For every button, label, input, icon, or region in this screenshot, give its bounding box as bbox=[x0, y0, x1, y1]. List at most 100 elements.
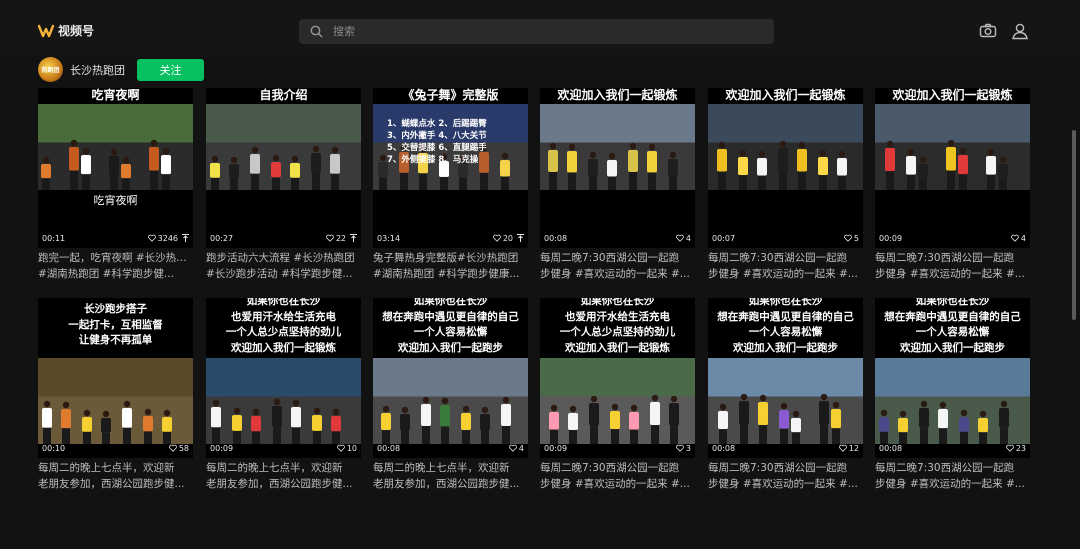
caption-line: 每周二晚7:30西湖公园一起跑 bbox=[875, 462, 1015, 474]
video-caption[interactable]: 每周二晚7:30西湖公园一起跑 步健身 #喜欢运动的一起来 #... bbox=[540, 461, 695, 492]
heart-icon bbox=[838, 444, 847, 452]
video-meta-bar: 00:11 3246 bbox=[38, 228, 193, 248]
warmup-list-item: 7、外侧提膝 8、马克操 bbox=[387, 155, 479, 165]
video-meta-bar: 00:09 4 bbox=[875, 228, 1030, 248]
like-count-value: 20 bbox=[502, 233, 513, 243]
video-card[interactable]: 如果你也在长沙 想在奔跑中遇见更自律的自己 一个人容易松懈 欢迎加入我们一起跑步 00:… bbox=[373, 298, 528, 492]
heart-icon bbox=[676, 234, 684, 242]
search-bar[interactable] bbox=[299, 19, 774, 44]
video-overlay-title: 想在奔跑中遇见更自律的自己 bbox=[382, 310, 519, 323]
thumbnail-scene bbox=[38, 358, 193, 444]
app-logo[interactable]: 视频号 bbox=[38, 22, 94, 39]
video-thumbnail[interactable]: 自我介绍 00:27 22 bbox=[206, 88, 361, 248]
video-thumbnail[interactable]: 如果你也在长沙 想在奔跑中遇见更自律的自己 一个人容易松懈 欢迎加入我们一起跑步 00:… bbox=[373, 298, 528, 458]
thumbnail-scene bbox=[206, 358, 361, 444]
video-duration: 03:14 bbox=[377, 233, 401, 243]
video-duration: 00:08 bbox=[879, 443, 903, 453]
video-thumbnail[interactable]: 长沙跑步搭子 一起打卡，互相监督 让健身不再孤单 00:10 58 bbox=[38, 298, 193, 458]
video-meta-bar: 00:10 58 bbox=[38, 438, 193, 458]
caption-line: 每周二晚7:30西湖公园一起跑 bbox=[708, 252, 848, 264]
video-caption[interactable]: 每周二晚7:30西湖公园一起跑 步健身 #喜欢运动的一起来 #... bbox=[875, 251, 1030, 282]
user-icon[interactable] bbox=[1011, 22, 1029, 40]
caption-line: 每周二晚7:30西湖公园一起跑 bbox=[540, 252, 680, 264]
video-card[interactable]: 欢迎加入我们一起锻炼 00:09 4 每周二晚7:30西湖公园一起跑 步健身 #喜欢运动… bbox=[875, 88, 1030, 282]
video-meta-bar: 00:08 4 bbox=[373, 438, 528, 458]
camera-icon[interactable] bbox=[979, 22, 997, 40]
video-caption[interactable]: 每周二晚7:30西湖公园一起跑 步健身 #喜欢运动的一起来 #... bbox=[875, 461, 1030, 492]
like-count: 5 bbox=[844, 234, 859, 243]
video-card[interactable]: 长沙跑步搭子 一起打卡，互相监督 让健身不再孤单 00:10 58 每周二的晚上七点半，欢… bbox=[38, 298, 193, 492]
video-overlay-title: 欢迎加入我们一起跑步 bbox=[733, 341, 838, 354]
account-name[interactable]: 长沙热跑团 bbox=[70, 62, 125, 78]
video-thumbnail[interactable]: 欢迎加入我们一起锻炼 00:09 4 bbox=[875, 88, 1030, 248]
video-thumbnail[interactable]: 如果你也在长沙 想在奔跑中遇见更自律的自己 一个人容易松懈 欢迎加入我们一起跑步 00:… bbox=[875, 298, 1030, 458]
sort-icon bbox=[350, 234, 357, 242]
caption-line: #湖南热跑团 #科学跑步健... bbox=[38, 267, 174, 280]
heart-icon bbox=[509, 444, 517, 452]
video-thumbnail[interactable]: 欢迎加入我们一起锻炼 00:07 5 bbox=[708, 88, 863, 248]
video-meta-bar: 03:14 20 bbox=[373, 228, 528, 248]
video-overlay-title: 欢迎加入我们一起锻炼 bbox=[565, 341, 670, 354]
search-input[interactable] bbox=[331, 24, 755, 39]
video-card[interactable]: 吃宵夜啊 吃宵夜啊 00:11 3246 跑完一起，吃宵夜啊 #长沙热跑团 #湖南热跑团 … bbox=[38, 88, 193, 282]
video-overlay-title: 长沙跑步搭子 bbox=[84, 303, 147, 315]
video-thumbnail[interactable]: 《兔子舞》完整版 1、蝴蝶点水 2、后踢踢臀 3、内外撇手 4、八大关节 5、交替提膝… bbox=[373, 88, 528, 248]
video-caption[interactable]: 每周二晚7:30西湖公园一起跑 步健身 #喜欢运动的一起来 #... bbox=[708, 251, 863, 282]
video-overlay-title: 一个人容易松懈 bbox=[915, 326, 990, 338]
heart-icon bbox=[147, 234, 156, 242]
video-thumbnail[interactable]: 吃宵夜啊 吃宵夜啊 00:11 3246 bbox=[38, 88, 193, 248]
caption-line: 步健身 #喜欢运动的一起来 #... bbox=[540, 477, 690, 490]
top-bar: 视频号 bbox=[0, 0, 1080, 56]
thumbnail-scene bbox=[38, 104, 193, 190]
video-card[interactable]: 欢迎加入我们一起锻炼 00:07 5 每周二晚7:30西湖公园一起跑 步健身 #喜欢运动… bbox=[708, 88, 863, 282]
caption-line: 老朋友参加，西湖公园跑步健... bbox=[373, 477, 520, 490]
video-overlay-title: 欢迎加入我们一起锻炼 bbox=[557, 88, 678, 102]
video-overlay-title: 如果你也在长沙 bbox=[413, 298, 488, 307]
video-overlay-title: 如果你也在长沙 bbox=[748, 298, 823, 307]
warmup-list-item: 3、内外撇手 4、八大关节 bbox=[387, 131, 487, 141]
video-thumbnail[interactable]: 如果你也在长沙 想在奔跑中遇见更自律的自己 一个人容易松懈 欢迎加入我们一起跑步 00:… bbox=[708, 298, 863, 458]
video-caption[interactable]: 跑完一起，吃宵夜啊 #长沙热跑团 #湖南热跑团 #科学跑步健... bbox=[38, 251, 193, 282]
video-card[interactable]: 如果你也在长沙 想在奔跑中遇见更自律的自己 一个人容易松懈 欢迎加入我们一起跑步 00:… bbox=[708, 298, 863, 492]
video-duration: 00:09 bbox=[544, 443, 568, 453]
video-card[interactable]: 如果你也在长沙 想在奔跑中遇见更自律的自己 一个人容易松懈 欢迎加入我们一起跑步 00:… bbox=[875, 298, 1030, 492]
video-caption[interactable]: 每周二晚7:30西湖公园一起跑 步健身 #喜欢运动的一起来 #... bbox=[708, 461, 863, 492]
like-count-value: 3 bbox=[685, 443, 691, 453]
video-card[interactable]: 如果你也在长沙 也爱用汗水给生活充电 一个人总少点坚持的劲儿 欢迎加入我们一起锻炼 00… bbox=[540, 298, 695, 492]
video-card[interactable]: 欢迎加入我们一起锻炼 00:08 4 每周二晚7:30西湖公园一起跑 步健身 #喜欢运动… bbox=[540, 88, 695, 282]
caption-line: 步健身 #喜欢运动的一起来 #... bbox=[875, 267, 1025, 280]
runners-illustration bbox=[41, 140, 171, 190]
video-thumbnail[interactable]: 欢迎加入我们一起锻炼 00:08 4 bbox=[540, 88, 695, 248]
caption-line: 步健身 #喜欢运动的一起来 #... bbox=[708, 267, 858, 280]
like-count-value: 4 bbox=[685, 233, 691, 243]
video-duration: 00:27 bbox=[210, 233, 234, 243]
video-thumbnail[interactable]: 如果你也在长沙 也爱用汗水给生活充电 一个人总少点坚持的劲儿 欢迎加入我们一起锻炼 00… bbox=[540, 298, 695, 458]
video-meta-bar: 00:08 12 bbox=[708, 438, 863, 458]
like-count-value: 58 bbox=[178, 443, 189, 453]
video-card[interactable]: 《兔子舞》完整版 1、蝴蝶点水 2、后踢踢臀 3、内外撇手 4、八大关节 5、交替提膝… bbox=[373, 88, 528, 282]
video-thumbnail[interactable]: 如果你也在长沙 也爱用汗水给生活充电 一个人总少点坚持的劲儿 欢迎加入我们一起锻炼 00… bbox=[206, 298, 361, 458]
avatar[interactable]: 热跑团 bbox=[38, 57, 63, 82]
video-caption[interactable]: 每周二晚7:30西湖公园一起跑 步健身 #喜欢运动的一起来 #... bbox=[540, 251, 695, 282]
like-count: 4 bbox=[676, 234, 691, 243]
account-header: 热跑团 长沙热跑团 关注 bbox=[38, 57, 204, 82]
video-overlay-title: 欢迎加入我们一起锻炼 bbox=[892, 88, 1013, 102]
video-overlay-title: 想在奔跑中遇见更自律的自己 bbox=[884, 310, 1021, 323]
video-caption[interactable]: 跑步活动六大流程 #长沙热跑团 #长沙跑步活动 #科学跑步健... bbox=[206, 251, 361, 282]
video-caption[interactable]: 兔子舞热身完整版#长沙热跑团 #湖南热跑团 #科学跑步健康... bbox=[373, 251, 528, 282]
caption-line: 老朋友参加，西湖公园跑步健... bbox=[38, 477, 185, 490]
video-caption[interactable]: 每周二的晚上七点半，欢迎新 老朋友参加，西湖公园跑步健... bbox=[38, 461, 193, 492]
video-caption[interactable]: 每周二的晚上七点半，欢迎新 老朋友参加，西湖公园跑步健... bbox=[206, 461, 361, 492]
video-card[interactable]: 如果你也在长沙 也爱用汗水给生活充电 一个人总少点坚持的劲儿 欢迎加入我们一起锻炼 00… bbox=[206, 298, 361, 492]
video-duration: 00:08 bbox=[712, 443, 736, 453]
follow-button[interactable]: 关注 bbox=[137, 58, 204, 81]
video-subtitle: 吃宵夜啊 bbox=[93, 194, 138, 207]
app-title: 视频号 bbox=[58, 24, 95, 38]
video-caption[interactable]: 每周二的晚上七点半，欢迎新 老朋友参加，西湖公园跑步健... bbox=[373, 461, 528, 492]
scrollbar[interactable] bbox=[1072, 130, 1076, 320]
video-overlay-title: 《兔子舞》完整版 bbox=[402, 88, 499, 102]
heart-icon bbox=[676, 444, 684, 452]
thumbnail-scene bbox=[875, 104, 1030, 190]
video-card[interactable]: 自我介绍 00:27 22 跑步活动六大流程 #长沙热跑团 #长沙跑步活动 #科学跑步健… bbox=[206, 88, 361, 282]
video-overlay-title: 如果你也在长沙 bbox=[580, 298, 655, 307]
